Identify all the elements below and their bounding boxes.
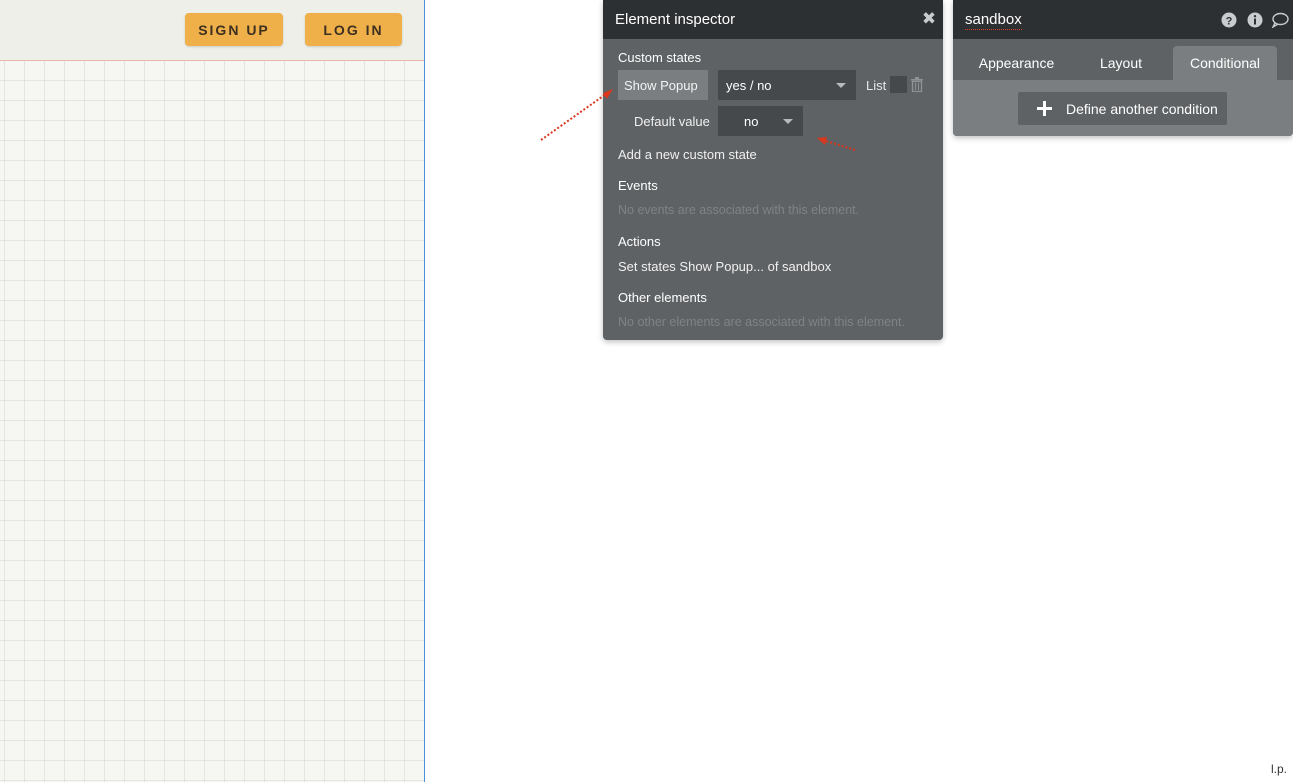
plus-icon [1037, 101, 1052, 116]
conditional-tab-body: Define another condition [953, 80, 1293, 136]
tab-conditional[interactable]: Conditional [1173, 46, 1277, 80]
property-editor-panel: sandbox ? Appearance Layout Conditional … [953, 0, 1293, 136]
list-checkbox[interactable] [890, 76, 907, 93]
custom-states-heading: Custom states [618, 50, 702, 65]
comment-icon[interactable] [1271, 12, 1289, 28]
property-editor-tabs: Appearance Layout Conditional [953, 46, 1293, 80]
other-elements-empty-text: No other elements are associated with th… [618, 315, 905, 329]
define-condition-label: Define another condition [1066, 100, 1218, 117]
info-icon[interactable] [1247, 12, 1263, 28]
element-name-field[interactable]: sandbox [965, 11, 1022, 30]
action-item[interactable]: Set states Show Popup... of sandbox [618, 259, 831, 274]
list-label: List [866, 78, 887, 93]
events-empty-text: No events are associated with this eleme… [618, 203, 860, 217]
inspector-titlebar[interactable]: Element inspector ✖ [603, 0, 943, 39]
element-inspector-panel: Element inspector ✖ Custom states Show P… [603, 0, 943, 340]
help-icon[interactable]: ? [1221, 12, 1237, 28]
define-condition-button[interactable]: Define another condition [1018, 92, 1227, 125]
page-canvas[interactable]: SIGN UP LOG IN [0, 0, 425, 782]
events-heading: Events [618, 178, 658, 193]
svg-text:?: ? [1226, 15, 1233, 27]
default-value-selected: no [744, 113, 759, 129]
default-value-dropdown[interactable]: no [718, 106, 803, 136]
page-header: SIGN UP LOG IN [0, 0, 424, 61]
trash-icon[interactable] [911, 77, 923, 92]
actions-heading: Actions [618, 234, 661, 249]
chevron-down-icon [783, 119, 793, 124]
custom-state-type-value: yes / no [726, 77, 772, 93]
sign-up-button[interactable]: SIGN UP [185, 13, 283, 46]
custom-state-type-dropdown[interactable]: yes / no [718, 70, 856, 100]
tab-layout[interactable]: Layout [1080, 46, 1162, 80]
property-editor-titlebar[interactable]: sandbox ? [953, 0, 1293, 39]
inspector-title: Element inspector [615, 11, 736, 28]
chevron-down-icon [836, 83, 846, 88]
close-icon[interactable]: ✖ [921, 10, 937, 27]
annotation-arrow-to-state-name [540, 93, 607, 141]
other-elements-heading: Other elements [618, 290, 707, 305]
custom-state-name-field[interactable]: Show Popup [618, 70, 708, 100]
log-in-button[interactable]: LOG IN [305, 13, 402, 46]
default-value-label: Default value [634, 114, 710, 129]
tab-appearance[interactable]: Appearance [953, 46, 1080, 80]
add-custom-state-link[interactable]: Add a new custom state [618, 147, 757, 162]
corner-text: l.p. [1270, 762, 1287, 776]
